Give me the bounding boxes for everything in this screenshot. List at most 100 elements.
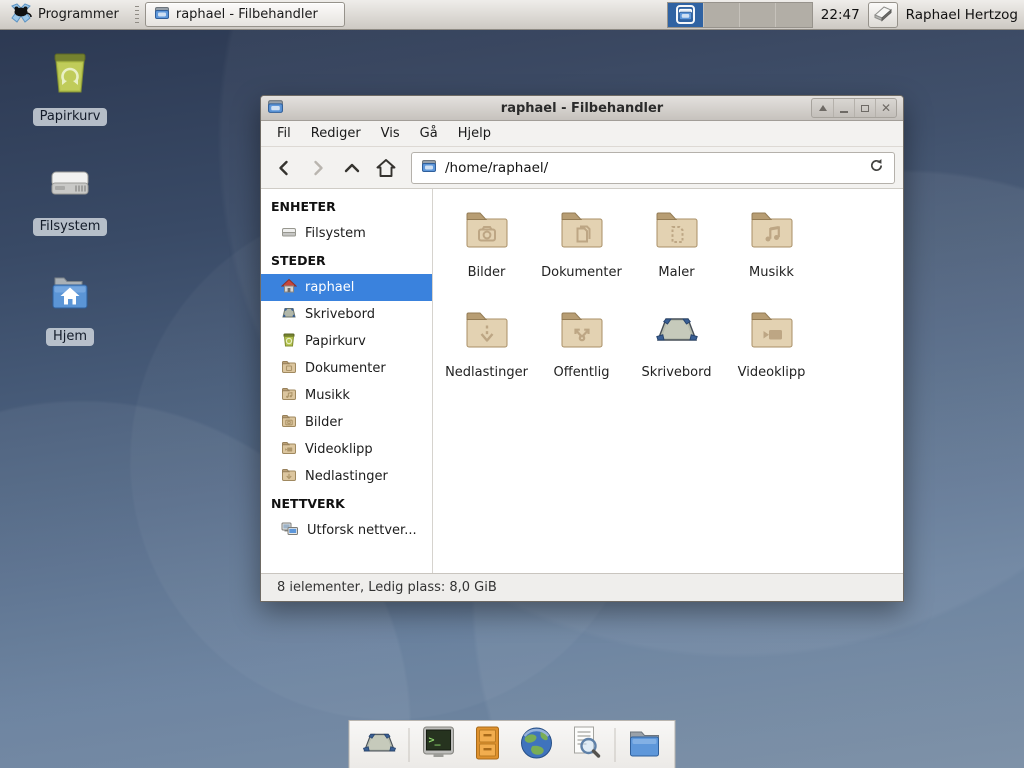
search-icon [567,724,605,766]
dock: >_ [349,720,676,768]
sidebar-item-filsystem[interactable]: Filsystem [261,220,432,247]
folder-icon [281,386,297,406]
applications-menu-button[interactable]: Programmer [4,2,125,28]
forward-button[interactable] [303,153,333,183]
status-text: 8 ielementer, Ledig plass: 8,0 GiB [277,580,497,595]
home-folder-icon [45,268,95,324]
file-item-maler[interactable]: Maler [629,200,724,300]
window-title: raphael - Filbehandler [261,101,903,116]
reload-icon[interactable] [868,157,885,178]
folder-share-icon [558,306,606,358]
workspace-3[interactable] [740,3,776,27]
trash-icon [45,48,95,104]
sidebar-header-places: STEDER [261,247,432,274]
menu-fil[interactable]: Fil [267,123,301,144]
home-button[interactable] [371,153,401,183]
file-view[interactable]: Bilder [433,192,900,573]
globe-icon [518,724,556,766]
folder-icon [281,467,297,487]
desktop-icon-label: Hjem [46,328,94,346]
menu-rediger[interactable]: Rediger [301,123,371,144]
window-controls: ✕ [811,98,897,118]
terminal-button[interactable]: >_ [419,725,459,765]
file-item-videoklipp[interactable]: Videoklipp [724,300,819,400]
sidebar-header-devices: ENHETER [261,193,432,220]
show-desktop-button[interactable] [360,725,400,765]
trash-icon [281,332,297,352]
desktop-icon [653,306,701,358]
sidebar-item-musikk[interactable]: Musikk [261,382,432,409]
folder-camera-icon [463,206,511,258]
path-input[interactable]: /home/raphael/ [445,160,860,176]
workspace-1[interactable] [668,3,704,27]
file-cabinet-icon [469,724,507,766]
path-folder-icon [421,158,437,178]
dock-separator [409,728,410,762]
folder-icon [281,359,297,379]
minimize-button[interactable] [833,99,854,117]
file-manager-button[interactable] [625,725,665,765]
terminal-icon: >_ [420,724,458,766]
desktop-icon-filesystem[interactable]: Filsystem [22,158,118,236]
file-manager-icon [626,724,664,766]
file-item-offentlig[interactable]: Offentlig [534,300,629,400]
toolbar: /home/raphael/ [261,147,903,189]
folder-music-icon [748,206,796,258]
workspace-window-icon [678,7,693,22]
sidebar-item-videoklipp[interactable]: Videoklipp [261,436,432,463]
desktop-icon-label: Papirkurv [33,108,108,126]
workspace-4[interactable] [776,3,812,27]
taskbar-window-title: raphael - Filbehandler [176,7,318,22]
network-icon [281,521,299,541]
desktop-icon [281,305,297,325]
taskbar-grip[interactable] [135,6,139,24]
folder-download-icon [463,306,511,358]
sidebar-item-nedlastinger[interactable]: Nedlastinger [261,463,432,490]
desktop-icon-label: Filsystem [33,218,108,236]
sidebar-item-dokumenter[interactable]: Dokumenter [261,355,432,382]
desktop-icon-home[interactable]: Hjem [22,268,118,346]
dock-separator [615,728,616,762]
taskbar-window-button[interactable]: raphael - Filbehandler [145,2,345,27]
file-item-nedlastinger[interactable]: Nedlastinger [439,300,534,400]
menubar: Fil Rediger Vis Gå Hjelp [261,121,903,147]
sidebar-item-papirkurv[interactable]: Papirkurv [261,328,432,355]
user-session-button[interactable] [868,2,898,28]
close-button[interactable]: ✕ [875,99,896,117]
user-name[interactable]: Raphael Hertzog [906,7,1020,23]
file-cabinet-button[interactable] [468,725,508,765]
sidebar-item-raphael[interactable]: raphael [261,274,432,301]
svg-text:>_: >_ [429,735,442,746]
shade-button[interactable] [812,99,833,117]
web-browser-button[interactable] [517,725,557,765]
menu-ga[interactable]: Gå [410,123,448,144]
maximize-button[interactable] [854,99,875,117]
desktop-wallpaper: Programmer raphael - Filbehandler [0,0,1024,768]
pathbar[interactable]: /home/raphael/ [411,152,895,184]
folder-video-icon [748,306,796,358]
desktop-icon-trash[interactable]: Papirkurv [22,48,118,126]
clock[interactable]: 22:47 [821,7,860,23]
folder-document-icon [558,206,606,258]
file-manager-window: raphael - Filbehandler ✕ Fil Rediger Vis… [260,95,904,602]
applications-menu-label: Programmer [38,7,119,22]
menu-vis[interactable]: Vis [371,123,410,144]
sidebar-item-network[interactable]: Utforsk nettver... [261,517,432,544]
file-item-bilder[interactable]: Bilder [439,200,534,300]
up-button[interactable] [337,153,367,183]
file-item-dokumenter[interactable]: Dokumenter [534,200,629,300]
back-button[interactable] [269,153,299,183]
menu-hjelp[interactable]: Hjelp [448,123,501,144]
search-tool-button[interactable] [566,725,606,765]
workspace-2[interactable] [704,3,740,27]
statusbar: 8 ielementer, Ledig plass: 8,0 GiB [261,573,903,601]
titlebar[interactable]: raphael - Filbehandler ✕ [261,96,903,121]
folder-icon [281,440,297,460]
folder-icon [281,413,297,433]
file-item-musikk[interactable]: Musikk [724,200,819,300]
workspace-switcher [667,2,813,28]
sidebar-item-bilder[interactable]: Bilder [261,409,432,436]
sidebar-item-skrivebord[interactable]: Skrivebord [261,301,432,328]
top-panel: Programmer raphael - Filbehandler [0,0,1024,30]
file-item-skrivebord[interactable]: Skrivebord [629,300,724,400]
